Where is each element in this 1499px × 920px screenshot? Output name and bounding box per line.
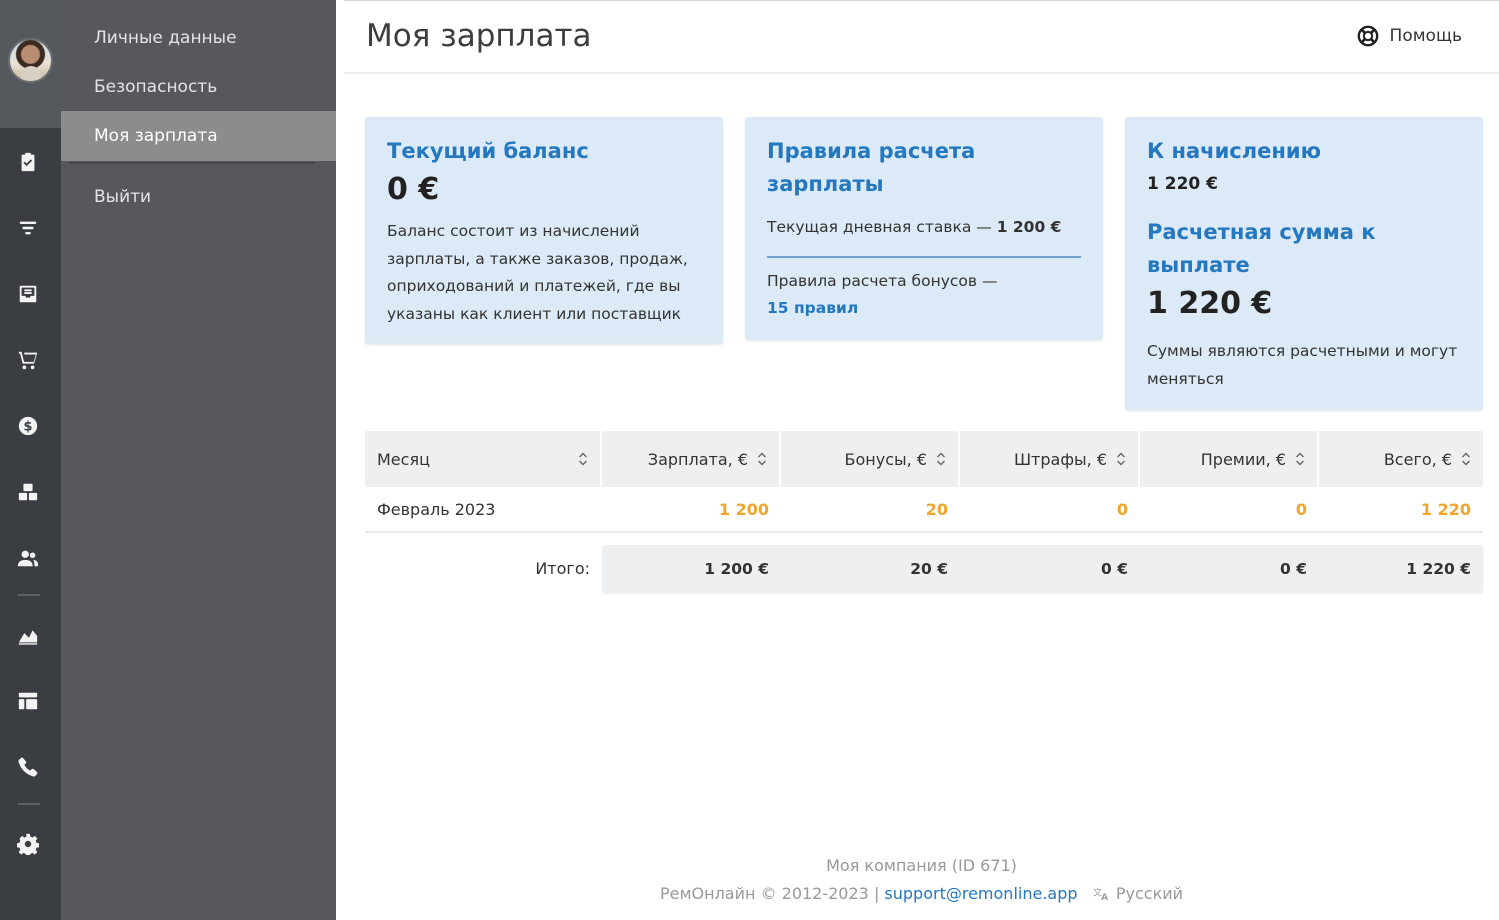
estimate-note: Суммы являются расчетными и могут менять… [1147, 342, 1458, 388]
inbox-icon[interactable] [16, 282, 40, 306]
total-fines: 0 € [1101, 559, 1128, 578]
balance-amount: 0 € [387, 172, 440, 207]
submenu-item-personal-data[interactable]: Личные данные [61, 13, 336, 63]
daily-rate-value: 1 200 € [996, 218, 1062, 236]
cell-month: Февраль 2023 [377, 500, 496, 519]
help-label: Помощь [1389, 26, 1462, 46]
sort-icon [1117, 452, 1125, 466]
icon-rail: $ [0, 0, 61, 920]
bonus-rules-link[interactable]: 15 правил [767, 299, 858, 317]
avatar[interactable] [8, 38, 53, 83]
translate-icon: 文 A [1093, 886, 1108, 903]
boxes-icon[interactable] [16, 480, 40, 504]
gear-icon[interactable] [16, 832, 40, 856]
accrual-card: К начислению 1 220 € Расчетная сумма к в… [1125, 117, 1483, 409]
balance-title: Текущий баланс [387, 139, 589, 163]
salary-rules-card: Правила расчета зарплаты Текущая дневная… [745, 117, 1103, 339]
accrual-title: К начислению [1147, 139, 1321, 163]
column-header-month[interactable]: Месяц [365, 431, 600, 487]
footer-line: РемОнлайн © 2012-2023 | support@remonlin… [344, 884, 1499, 903]
cell-salary: 1 200 [718, 500, 769, 519]
column-header-salary[interactable]: Зарплата, € [602, 431, 779, 487]
footer-separator: | [873, 884, 880, 903]
svg-text:A: A [1101, 893, 1108, 901]
language-label: Русский [1115, 884, 1184, 903]
svg-text:$: $ [24, 420, 33, 435]
totals-label: Итого: [535, 559, 590, 578]
sort-icon [579, 452, 587, 466]
dollar-icon[interactable]: $ [16, 414, 40, 438]
sort-icon [758, 452, 766, 466]
total-bonuses: 20 € [910, 559, 948, 578]
lifebuoy-icon [1357, 25, 1378, 47]
users-icon[interactable] [16, 546, 40, 570]
total-total: 1 220 € [1406, 559, 1471, 578]
column-header-fines[interactable]: Штрафы, € [960, 431, 1138, 487]
daily-rate-line: Текущая дневная ставка — 1 200 € [767, 214, 1081, 242]
salary-rules-title: Правила расчета зарплаты [767, 139, 976, 196]
cell-fines: 0 [1116, 500, 1128, 519]
active-item-underline [69, 162, 315, 164]
clipboard-check-icon[interactable] [16, 150, 40, 174]
balance-description: Баланс состоит из начислений зарплаты, а… [387, 222, 688, 323]
support-email-link[interactable]: support@remonline.app [884, 884, 1077, 903]
page-header: Моя зарплата Помощь [344, 0, 1499, 74]
table-row[interactable]: Февраль 2023 1 200 20 0 0 1 220 [365, 488, 1483, 533]
sort-icon [1296, 452, 1304, 466]
sort-icon [1462, 452, 1470, 466]
estimate-title: Расчетная сумма к выплате [1147, 220, 1376, 277]
cell-bonuses: 20 [925, 500, 948, 519]
estimate-amount: 1 220 € [1147, 286, 1273, 321]
footer-company: Моя компания (ID 671) [826, 856, 1017, 875]
totals-row: 1 200 € 20 € 0 € 0 € 1 220 € [602, 545, 1483, 592]
salary-table-header: Месяц Зарплата, € Бонусы, € Штрафы, € Пр… [365, 431, 1483, 487]
chart-area-icon[interactable] [16, 623, 40, 647]
card-divider [767, 255, 1081, 258]
language-switcher[interactable]: 文 A Русский [1093, 884, 1183, 903]
submenu-item-security[interactable]: Безопасность [61, 62, 336, 112]
balance-card: Текущий баланс 0 € Баланс состоит из нач… [365, 117, 723, 343]
help-button[interactable]: Помощь [1357, 25, 1462, 47]
cart-icon[interactable] [16, 348, 40, 372]
cell-total: 1 220 [1420, 500, 1471, 519]
table-layout-icon[interactable] [16, 689, 40, 713]
column-header-total[interactable]: Всего, € [1319, 431, 1483, 487]
total-premiums: 0 € [1280, 559, 1307, 578]
column-header-premiums[interactable]: Премии, € [1140, 431, 1317, 487]
sort-icon [937, 452, 945, 466]
submenu-item-logout[interactable]: Выйти [61, 172, 336, 222]
submenu-item-my-salary[interactable]: Моя зарплата [61, 111, 336, 161]
cell-premiums: 0 [1295, 500, 1307, 519]
rail-divider [18, 803, 40, 805]
column-header-bonuses[interactable]: Бонусы, € [781, 431, 958, 487]
total-salary: 1 200 € [704, 559, 769, 578]
phone-icon[interactable] [16, 755, 40, 779]
daily-rate-label: Текущая дневная ставка — [767, 218, 992, 236]
rail-divider [18, 594, 40, 596]
footer-copyright: РемОнлайн © 2012-2023 [659, 884, 869, 903]
profile-submenu: Личные данные Безопасность Моя зарплата … [61, 0, 336, 920]
filter-funnel-icon[interactable] [16, 216, 40, 240]
accrual-amount: 1 220 € [1147, 174, 1218, 194]
page-title: Моя зарплата [366, 18, 592, 54]
bonus-rules-label: Правила расчета бонусов — [767, 271, 998, 290]
